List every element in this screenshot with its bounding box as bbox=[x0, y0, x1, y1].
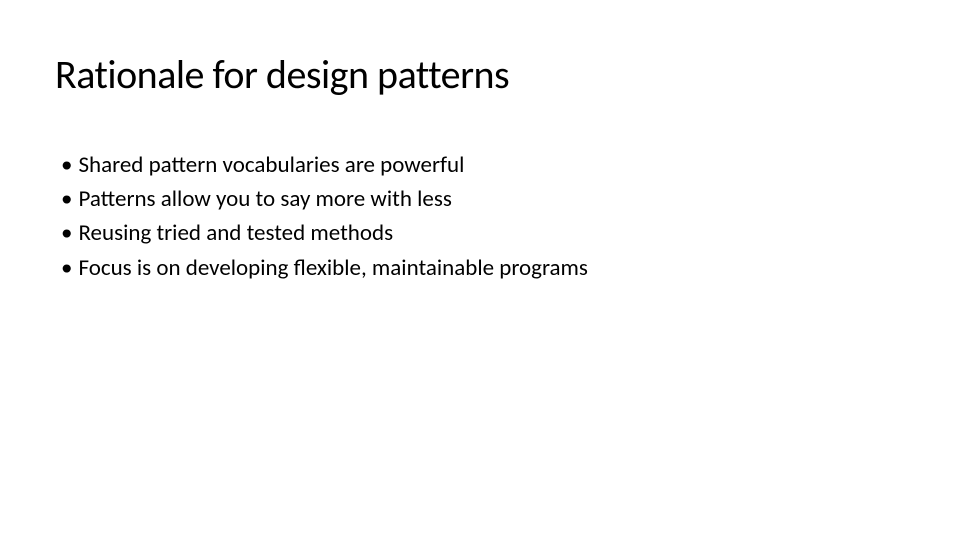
bullet-marker: • bbox=[61, 183, 72, 215]
bullet-marker: • bbox=[61, 252, 72, 284]
bullet-text: Focus is on developing flexible, maintai… bbox=[78, 252, 905, 284]
bullet-marker: • bbox=[61, 217, 72, 249]
bullet-text: Patterns allow you to say more with less bbox=[78, 183, 905, 215]
bullet-text: Reusing tried and tested methods bbox=[78, 217, 905, 249]
bullet-list: • Shared pattern vocabularies are powerf… bbox=[55, 149, 905, 284]
bullet-item: • Shared pattern vocabularies are powerf… bbox=[61, 149, 905, 181]
bullet-item: • Focus is on developing flexible, maint… bbox=[61, 252, 905, 284]
bullet-item: • Reusing tried and tested methods bbox=[61, 217, 905, 249]
slide-container: Rationale for design patterns • Shared p… bbox=[0, 0, 960, 540]
bullet-text: Shared pattern vocabularies are powerful bbox=[78, 149, 905, 181]
bullet-marker: • bbox=[61, 149, 72, 181]
bullet-item: • Patterns allow you to say more with le… bbox=[61, 183, 905, 215]
slide-title: Rationale for design patterns bbox=[55, 50, 905, 99]
